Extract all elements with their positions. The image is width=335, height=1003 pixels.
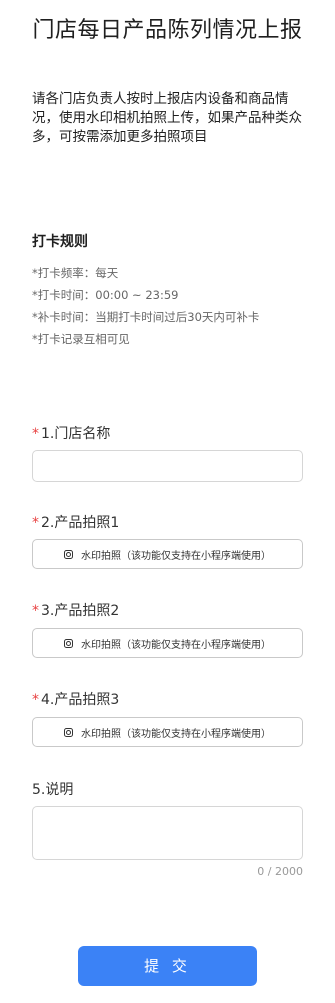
camera-icon	[64, 727, 73, 737]
rule-frequency: *打卡频率：每天	[32, 266, 119, 280]
question-4-text: 4.产品拍照3	[41, 692, 120, 708]
rules-list: *打卡频率：每天 *打卡时间：00:00 ~ 23:59 *补卡时间：当期打卡时…	[32, 262, 304, 350]
watermark-photo-button-2[interactable]: 水印拍照（该功能仅支持在小程序端使用）	[32, 628, 303, 658]
store-name-input[interactable]	[32, 450, 303, 482]
description-textarea[interactable]	[32, 806, 303, 860]
photo-button-label: 水印拍照（该功能仅支持在小程序端使用）	[81, 639, 271, 651]
form-description: 请各门店负责人按时上报店内设备和商品情况，使用水印相机拍照上传，如果产品种类众多…	[32, 91, 302, 145]
required-marker: *	[32, 603, 39, 619]
question-3-text: 3.产品拍照2	[41, 603, 120, 619]
rule-makeup-time: *补卡时间：当期打卡时间过后30天内可补卡	[32, 310, 260, 324]
form-page: 门店每日产品陈列情况上报 请各门店负责人按时上报店内设备和商品情况，使用水印相机…	[0, 0, 335, 1003]
photo-button-label: 水印拍照（该功能仅支持在小程序端使用）	[81, 728, 271, 740]
rule-visibility: *打卡记录互相可见	[32, 332, 130, 346]
question-2-text: 2.产品拍照1	[41, 515, 120, 531]
camera-icon	[64, 638, 73, 648]
submit-button[interactable]: 提 交	[78, 946, 257, 986]
question-1-label: * 1.门店名称	[32, 423, 110, 443]
required-marker: *	[32, 515, 39, 531]
question-1-text: 1.门店名称	[41, 426, 111, 442]
watermark-photo-button-3[interactable]: 水印拍照（该功能仅支持在小程序端使用）	[32, 717, 303, 747]
camera-icon	[64, 549, 73, 559]
photo-button-label: 水印拍照（该功能仅支持在小程序端使用）	[81, 550, 271, 562]
question-2-label: * 2.产品拍照1	[32, 512, 119, 532]
question-4-label: * 4.产品拍照3	[32, 689, 119, 709]
question-5-label: 5.说明	[32, 782, 74, 798]
question-3-label: * 3.产品拍照2	[32, 600, 119, 620]
rules-title: 打卡规则	[32, 234, 88, 250]
required-marker: *	[32, 426, 39, 442]
required-marker: *	[32, 692, 39, 708]
character-counter: 0 / 2000	[257, 865, 303, 878]
rule-time: *打卡时间：00:00 ~ 23:59	[32, 288, 179, 302]
form-title: 门店每日产品陈列情况上报	[32, 18, 303, 43]
watermark-photo-button-1[interactable]: 水印拍照（该功能仅支持在小程序端使用）	[32, 539, 303, 569]
